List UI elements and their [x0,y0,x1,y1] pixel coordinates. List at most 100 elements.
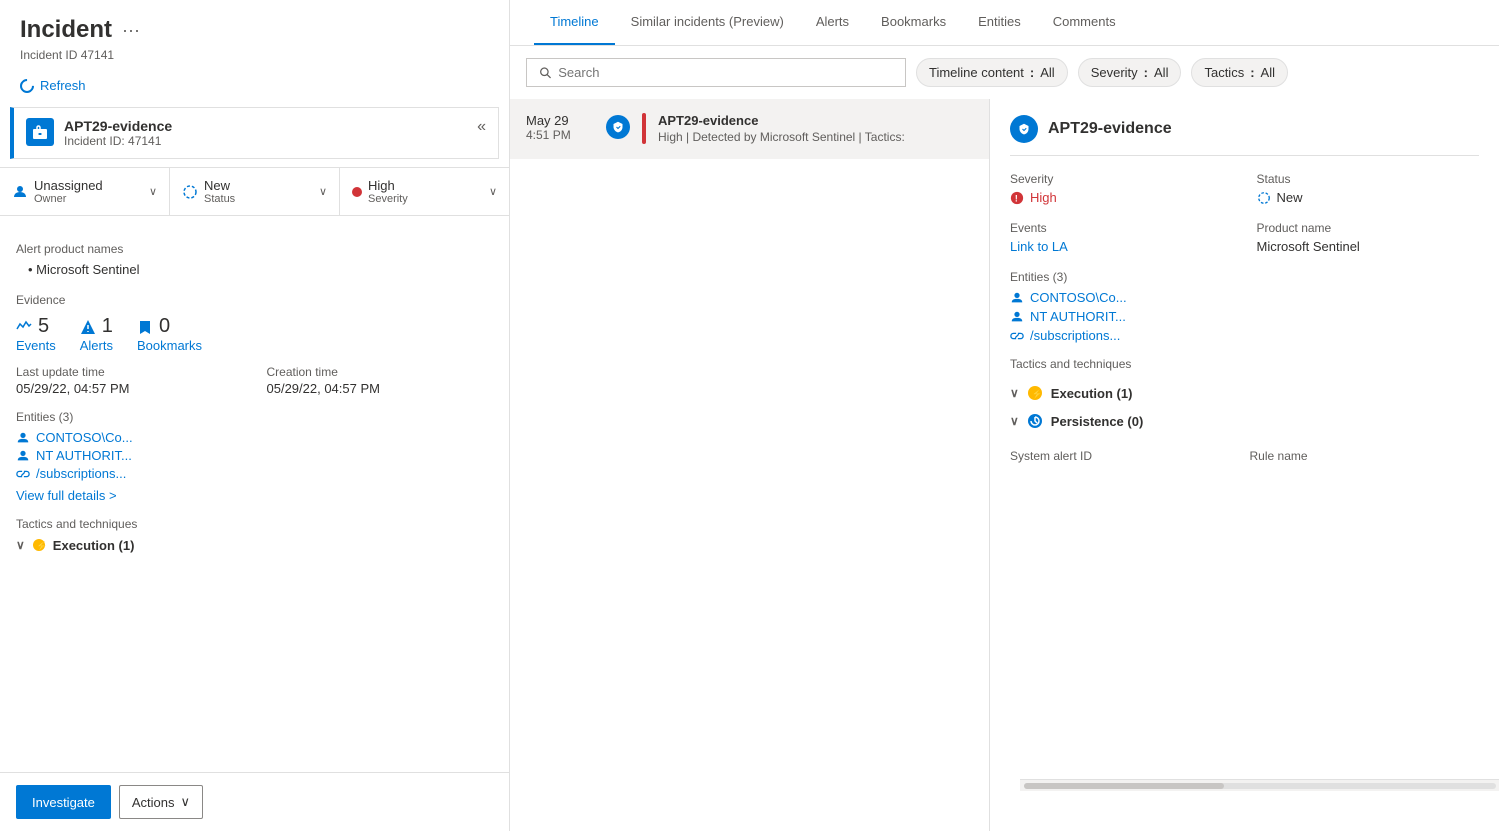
refresh-label: Refresh [40,78,86,93]
timeline-item-0[interactable]: May 29 4:51 PM APT29-evidence High | Det… [510,99,989,159]
page-title: Incident [20,16,112,44]
detail-entity-3[interactable]: /subscriptions... [1010,328,1479,343]
tab-alerts[interactable]: Alerts [800,0,865,45]
detail-tactic-2[interactable]: ∨ Persistence (0) [1010,407,1479,435]
alert-product-label: Alert product names [16,242,493,256]
timeline-content: APT29-evidence High | Detected by Micros… [658,113,905,144]
timeline-content-filter[interactable]: Timeline content : All [916,58,1068,87]
severity-high-value: High [1030,190,1057,205]
tactics-filter[interactable]: Tactics : All [1191,58,1288,87]
entity-item-2[interactable]: NT AUTHORIT... [16,448,493,463]
user-entity-icon-1 [16,431,30,445]
last-update-col: Last update time 05/29/22, 04:57 PM [16,365,243,396]
status-item[interactable]: New Status ∨ [170,168,340,215]
severity-filter[interactable]: Severity : All [1078,58,1182,87]
bottom-actions-bar: Investigate Actions ∨ [0,772,510,831]
view-full-details-link[interactable]: View full details > [16,488,117,503]
execution-icon: ⚡ [31,537,47,553]
severity-item[interactable]: High Severity ∨ [340,168,509,215]
severity-high-icon: ! [1010,191,1024,205]
status-label: Status [204,193,235,205]
dates-row: Last update time 05/29/22, 04:57 PM Crea… [16,365,493,396]
filter2-value: All [1154,65,1168,80]
evidence-label: Evidence [16,293,493,307]
bookmarks-count: 0 [159,315,170,338]
severity-bar [642,113,646,144]
tab-entities[interactable]: Entities [962,0,1037,45]
search-box[interactable] [526,58,906,87]
filter3-label: Tactics [1204,65,1244,80]
left-panel-scroll: Alert product names Microsoft Sentinel E… [0,216,509,767]
tactic-chevron-icon[interactable]: ∨ [16,538,25,552]
tab-timeline[interactable]: Timeline [534,0,615,45]
collapse-button[interactable]: « [477,118,486,136]
actions-button[interactable]: Actions ∨ [119,785,203,819]
detail-tactics: Tactics and techniques ∨ ⚡ Execution (1)… [1010,357,1479,435]
refresh-button[interactable]: Refresh [0,72,106,99]
entities-label: Entities (3) [16,410,493,424]
filter1-value: All [1040,65,1054,80]
product-field-label: Product name [1257,221,1480,235]
status-chevron-icon: ∨ [319,185,327,198]
detail-grid: Severity ! High Status New Events [1010,172,1479,254]
tactic1-chevron-icon[interactable]: ∨ [1010,386,1019,400]
detail-entities-label: Entities (3) [1010,270,1479,284]
detail-system-grid: System alert ID Rule name [1010,449,1479,463]
svg-text:⚡: ⚡ [1031,388,1042,400]
toolbar-row: Timeline content : All Severity : All Ta… [510,46,1499,99]
owner-status-item[interactable]: Unassigned Owner ∨ [0,168,170,215]
severity-dot-icon [352,187,362,197]
incident-id-card: Incident ID: 47141 [64,134,172,148]
bookmarks-link[interactable]: Bookmarks [137,338,202,353]
investigate-button[interactable]: Investigate [16,785,111,819]
svg-text:!: ! [1015,193,1018,203]
events-field: Events Link to LA [1010,221,1233,254]
tab-comments[interactable]: Comments [1037,0,1132,45]
entity-item-1[interactable]: CONTOSO\Co... [16,430,493,445]
entity-item-3[interactable]: /subscriptions... [16,466,493,481]
timeline-icon-col [606,115,630,139]
product-field-value: Microsoft Sentinel [1257,239,1480,254]
timeline-time-val: 4:51 PM [526,128,596,142]
events-field-value[interactable]: Link to LA [1010,239,1233,254]
filter3-value: All [1261,65,1275,80]
tactic-item-1[interactable]: ∨ ⚡ Execution (1) [16,537,493,553]
detail-tactic-1[interactable]: ∨ ⚡ Execution (1) [1010,379,1479,407]
shield-svg [612,121,624,133]
detail-entity-1[interactable]: CONTOSO\Co... [1010,290,1479,305]
user-entity-icon-2 [16,449,30,463]
detail-entity-3-name: /subscriptions... [1030,328,1120,343]
timeline-item-desc: High | Detected by Microsoft Sentinel | … [658,130,905,144]
status-value: New [204,178,230,193]
actions-chevron-icon: ∨ [181,794,191,810]
owner-label: Owner [34,193,103,205]
severity-info: High Severity [368,178,408,205]
system-alert-id-label: System alert ID [1010,449,1240,463]
tab-similar-incidents[interactable]: Similar incidents (Preview) [615,0,800,45]
detail-user-icon-2 [1010,310,1024,324]
search-input[interactable] [558,65,893,80]
detail-alert-icon [1010,115,1038,143]
person-icon [12,184,28,200]
alerts-link[interactable]: Alerts [80,338,113,353]
owner-value: Unassigned [34,178,103,193]
more-options-icon[interactable]: ··· [122,20,140,41]
tab-bookmarks[interactable]: Bookmarks [865,0,962,45]
tactic2-chevron-icon[interactable]: ∨ [1010,414,1019,428]
status-field-value: New [1257,190,1480,205]
events-link[interactable]: Events [16,338,56,353]
severity-field: Severity ! High [1010,172,1233,205]
rule-name-col: Rule name [1250,449,1480,463]
detail-entity-1-name: CONTOSO\Co... [1030,290,1127,305]
severity-field-value: ! High [1010,190,1233,205]
actions-label: Actions [132,795,175,810]
detail-shield-svg [1018,123,1030,135]
tactics-section: Tactics and techniques ∨ ⚡ Execution (1) [16,517,493,553]
timeline-date-col: May 29 4:51 PM [526,113,596,142]
creation-value: 05/29/22, 04:57 PM [267,381,494,396]
tactic-1-label: Execution (1) [53,538,135,553]
detail-tactics-label: Tactics and techniques [1010,357,1479,371]
severity-label: Severity [368,193,408,205]
creation-label: Creation time [267,365,494,379]
detail-entity-2[interactable]: NT AUTHORIT... [1010,309,1479,324]
